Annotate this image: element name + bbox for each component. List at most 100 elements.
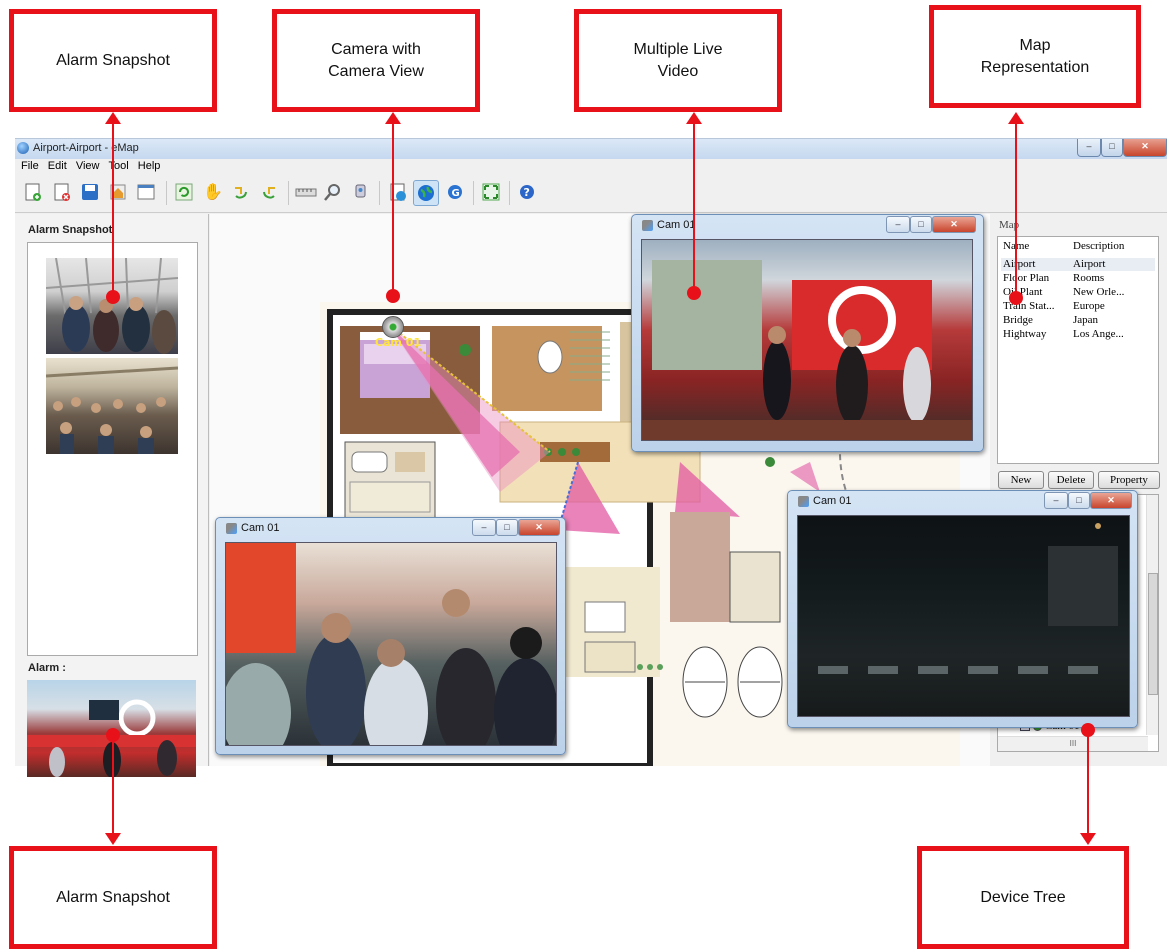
toolbar: ✋ G ?: [15, 174, 1167, 213]
window-icon[interactable]: [134, 180, 158, 204]
rotate-left-icon[interactable]: [229, 180, 253, 204]
map-list-row[interactable]: Oil Plant New Orle...: [1001, 286, 1155, 299]
minimize-button[interactable]: –: [472, 519, 496, 536]
property-button[interactable]: Property: [1098, 471, 1160, 489]
globe-icon[interactable]: [413, 180, 439, 206]
callout-device-tree: Device Tree: [917, 846, 1129, 949]
pointer-dot: [106, 290, 120, 304]
arrow-head: [686, 112, 702, 124]
ruler-icon[interactable]: [294, 180, 318, 204]
menu-file[interactable]: File: [21, 159, 39, 173]
maximize-button[interactable]: □: [496, 519, 518, 536]
snapshot-thumbnail[interactable]: [46, 358, 178, 454]
toolbar-separator: [509, 181, 510, 205]
pointer-line: [693, 118, 695, 293]
callout-alarm-snapshot-top: Alarm Snapshot: [9, 9, 217, 112]
arrow-head: [105, 112, 121, 124]
pointer-line: [112, 118, 114, 298]
map-list-row[interactable]: Hightway Los Ange...: [1001, 328, 1155, 341]
maximize-button[interactable]: □: [1101, 139, 1123, 157]
scroll-thumb[interactable]: [1148, 573, 1158, 695]
new-map-button[interactable]: New: [998, 471, 1044, 489]
callout-alarm-snapshot-bottom: Alarm Snapshot: [9, 846, 217, 949]
maximize-button[interactable]: □: [910, 216, 932, 233]
svg-text:?: ?: [524, 186, 530, 199]
refresh-icon[interactable]: [172, 180, 196, 204]
map-list-row[interactable]: Floor Plan Rooms: [1001, 272, 1155, 285]
map-list-row[interactable]: Bridge Japan: [1001, 314, 1155, 327]
camera-window[interactable]: Cam 01 – □ ✕: [215, 517, 566, 755]
callout-text: Multiple Live Video: [633, 40, 723, 80]
maximize-button[interactable]: □: [1068, 492, 1090, 509]
scroll-grip: III: [1069, 739, 1077, 748]
window-title: Airport-Airport - eMap: [33, 142, 139, 154]
pointer-line: [392, 118, 394, 296]
live-video[interactable]: [225, 542, 557, 746]
menu-help[interactable]: Help: [138, 159, 161, 173]
zoom-icon[interactable]: [321, 180, 345, 204]
home-icon[interactable]: [106, 180, 130, 204]
camera-window-title: Cam 01: [798, 495, 852, 507]
pointer-dot: [386, 289, 400, 303]
callout-text: Device Tree: [980, 888, 1066, 906]
live-video[interactable]: [641, 239, 973, 441]
minimize-button[interactable]: –: [1077, 139, 1101, 157]
callout-text: Alarm Snapshot: [56, 888, 170, 906]
import-icon[interactable]: [386, 180, 410, 204]
google-icon[interactable]: G: [443, 180, 467, 204]
tree-scrollbar-vertical[interactable]: [1146, 495, 1158, 735]
callout-map-representation: Map Representation: [929, 5, 1141, 108]
hand-icon[interactable]: ✋: [201, 180, 225, 204]
minimize-button[interactable]: –: [886, 216, 910, 233]
arrow-head: [1080, 833, 1096, 845]
delete-map-button[interactable]: Delete: [1048, 471, 1094, 489]
new-map-icon[interactable]: [21, 180, 45, 204]
live-video[interactable]: [797, 515, 1130, 717]
callout-multiple-live-video: Multiple Live Video: [574, 9, 782, 112]
menu-edit[interactable]: Edit: [48, 159, 67, 173]
minimize-button[interactable]: –: [1044, 492, 1068, 509]
alarm-snapshot-list[interactable]: [27, 242, 198, 656]
arrow-head: [105, 833, 121, 845]
callout-text: Camera with Camera View: [328, 40, 424, 80]
map-list[interactable]: Name Description Airport Airport Floor P…: [997, 236, 1159, 464]
close-button[interactable]: ✕: [1090, 492, 1132, 509]
delete-map-icon[interactable]: [50, 180, 74, 204]
column-description[interactable]: Description: [1073, 240, 1124, 252]
camera-add-icon[interactable]: [349, 180, 373, 204]
menu-view[interactable]: View: [76, 159, 100, 173]
alarm-title: Alarm :: [28, 662, 66, 674]
close-button[interactable]: ✕: [932, 216, 976, 233]
pointer-dot: [687, 286, 701, 300]
camera-marker-icon[interactable]: [382, 316, 404, 338]
close-button[interactable]: ✕: [518, 519, 560, 536]
pointer-dot: [1081, 723, 1095, 737]
camera-icon: [226, 522, 237, 534]
help-icon[interactable]: ?: [515, 180, 539, 204]
close-button[interactable]: ✕: [1123, 139, 1167, 157]
title-bar: Airport-Airport - eMap – □ ✕: [15, 139, 1167, 159]
camera-window[interactable]: Cam 01 – □ ✕: [631, 214, 984, 452]
svg-text:G: G: [452, 188, 460, 199]
toolbar-separator: [288, 181, 289, 205]
map-list-row[interactable]: Train Stat... Europe: [1001, 300, 1155, 313]
callout-camera-view: Camera with Camera View: [272, 9, 480, 112]
toolbar-separator: [473, 181, 474, 205]
callout-text: Alarm Snapshot: [56, 51, 170, 69]
fullscreen-icon[interactable]: [479, 180, 503, 204]
camera-window[interactable]: Cam 01 – □ ✕: [787, 490, 1138, 728]
alarm-snapshot-title: Alarm Snapshot: [28, 224, 113, 236]
emap-window: Airport-Airport - eMap – □ ✕ File Edit V…: [15, 138, 1167, 777]
callout-text: Map Representation: [980, 36, 1090, 76]
camera-marker-label: Cam 01: [375, 336, 422, 349]
rotate-right-icon[interactable]: [257, 180, 281, 204]
map-list-row[interactable]: Airport Airport: [1001, 258, 1155, 271]
app-globe-icon: [17, 142, 29, 154]
toolbar-separator: [166, 181, 167, 205]
map-list-header: Name Description: [1001, 240, 1155, 253]
save-icon[interactable]: [78, 180, 102, 204]
camera-icon: [642, 219, 653, 231]
pointer-line: [1015, 118, 1017, 298]
arrow-head: [1008, 112, 1024, 124]
tree-scrollbar-horizontal[interactable]: III: [998, 736, 1148, 751]
